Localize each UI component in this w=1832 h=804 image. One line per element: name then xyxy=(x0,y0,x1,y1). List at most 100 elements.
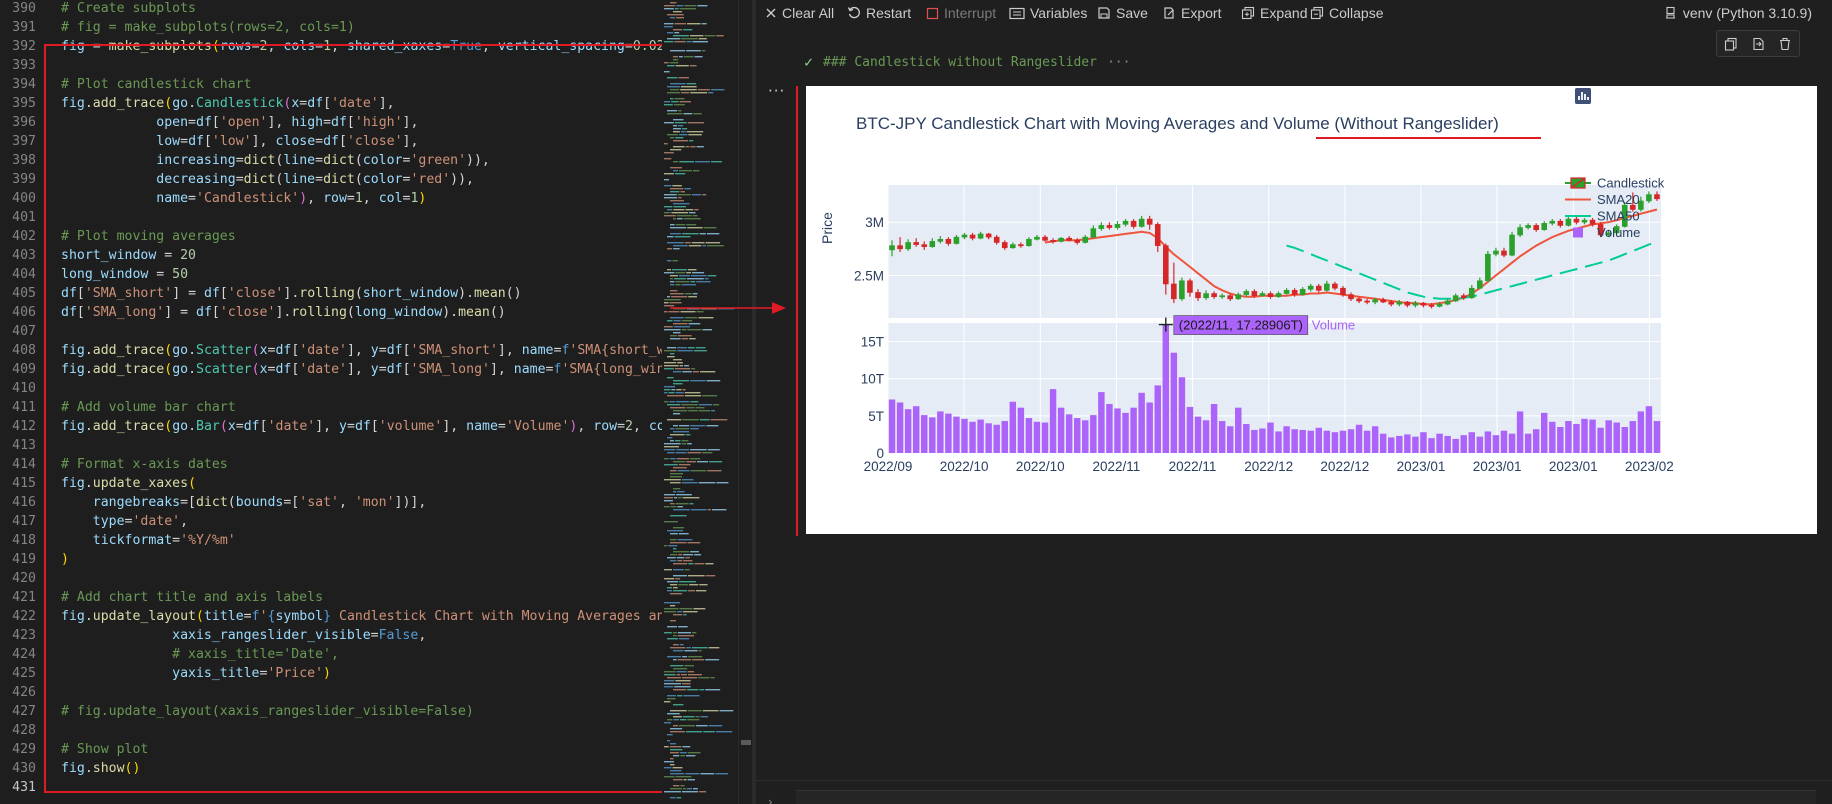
candle-body[interactable] xyxy=(905,242,911,250)
volume-bar[interactable] xyxy=(1653,421,1661,453)
volume-bar[interactable] xyxy=(1379,433,1387,453)
volume-bar[interactable] xyxy=(1226,426,1234,453)
volume-bar[interactable] xyxy=(1645,406,1653,453)
volume-bar[interactable] xyxy=(1396,435,1403,453)
candle-body[interactable] xyxy=(1565,218,1572,226)
volume-bar[interactable] xyxy=(1130,407,1137,453)
candle-body[interactable] xyxy=(913,242,919,245)
candle-body[interactable] xyxy=(1501,250,1507,256)
volume-bar[interactable] xyxy=(1573,424,1580,453)
candle-body[interactable] xyxy=(1090,228,1097,238)
volume-bar[interactable] xyxy=(1283,426,1290,453)
candle-body[interactable] xyxy=(1509,234,1515,256)
candle-body[interactable] xyxy=(1106,225,1113,228)
plotly-figure[interactable]: 2022/09 2022/10 2022/10 2022/11 2022/11 2022/… xyxy=(806,86,1817,534)
volume-bar[interactable] xyxy=(1629,421,1637,453)
candle-body[interactable] xyxy=(1066,237,1072,241)
candle-body[interactable] xyxy=(897,245,903,250)
volume-bar[interactable] xyxy=(1307,430,1314,453)
volume-bar[interactable] xyxy=(1291,429,1298,453)
restart-button[interactable]: Restart xyxy=(847,2,911,24)
candle-body[interactable] xyxy=(1525,225,1531,228)
candle-body[interactable] xyxy=(1315,285,1322,291)
volume-bar[interactable] xyxy=(1025,418,1033,453)
volume-bar[interactable] xyxy=(1428,438,1435,453)
candle-body[interactable] xyxy=(961,234,968,238)
volume-bar[interactable] xyxy=(1339,430,1347,453)
volume-bar[interactable] xyxy=(1259,428,1266,453)
candle-body[interactable] xyxy=(977,233,984,239)
candle-body[interactable] xyxy=(921,244,928,248)
volume-bar[interactable] xyxy=(1275,431,1282,453)
candle-body[interactable] xyxy=(969,234,976,239)
volume-bar[interactable] xyxy=(1074,418,1081,453)
candle-body[interactable] xyxy=(1404,301,1411,306)
volume-bar[interactable] xyxy=(1412,436,1419,453)
candle-body[interactable] xyxy=(1163,245,1169,285)
volume-bar[interactable] xyxy=(937,411,944,453)
volume-bar[interactable] xyxy=(1138,392,1145,453)
candle-body[interactable] xyxy=(1122,220,1129,225)
volume-bar[interactable] xyxy=(1146,402,1153,453)
candle-body[interactable] xyxy=(1130,220,1137,227)
candle-body[interactable] xyxy=(1010,244,1016,249)
candle-body[interactable] xyxy=(1114,224,1121,228)
candle-body[interactable] xyxy=(1324,283,1330,291)
volume-bar[interactable] xyxy=(1363,430,1371,453)
volume-bar[interactable] xyxy=(1516,411,1524,453)
candle-body[interactable] xyxy=(1154,224,1161,246)
candle-body[interactable] xyxy=(1348,294,1354,300)
candle-body[interactable] xyxy=(1243,291,1250,295)
markdown-cell[interactable]: ✓ ### Candlestick without Rangeslider ··… xyxy=(804,50,1130,74)
volume-bar[interactable] xyxy=(888,399,896,453)
volume-bar[interactable] xyxy=(961,418,968,453)
candle-body[interactable] xyxy=(1412,302,1419,306)
candle-body[interactable] xyxy=(1082,236,1089,243)
volume-bar[interactable] xyxy=(1436,433,1443,453)
candle-body[interactable] xyxy=(1283,290,1290,294)
volume-bar[interactable] xyxy=(1524,433,1532,453)
volume-bar[interactable] xyxy=(1235,407,1242,453)
candle-body[interactable] xyxy=(1468,287,1475,299)
interrupt-button[interactable]: Interrupt xyxy=(926,2,996,24)
candle-body[interactable] xyxy=(1291,290,1298,295)
goto-code-icon[interactable] xyxy=(1751,37,1765,51)
volume-bar[interactable] xyxy=(1170,352,1178,453)
candle-body[interactable] xyxy=(1573,218,1580,223)
candle-body[interactable] xyxy=(1517,227,1523,236)
candle-body[interactable] xyxy=(1420,302,1427,306)
candle-body[interactable] xyxy=(1340,287,1346,295)
delete-icon[interactable] xyxy=(1778,37,1792,51)
volume-bar[interactable] xyxy=(1251,429,1258,453)
cell-more-icon[interactable]: ··· xyxy=(768,82,785,100)
volume-bar[interactable] xyxy=(1098,392,1105,453)
candle-body[interactable] xyxy=(1356,298,1362,302)
candle-body[interactable] xyxy=(1396,301,1403,305)
candle-body[interactable] xyxy=(929,241,936,248)
volume-bar[interactable] xyxy=(969,421,976,453)
volume-bar[interactable] xyxy=(1404,434,1411,453)
candle-body[interactable] xyxy=(1179,280,1185,300)
candle-body[interactable] xyxy=(1267,293,1274,298)
editor-scrollbar[interactable] xyxy=(738,0,752,804)
volume-bar[interactable] xyxy=(1323,430,1331,453)
volume-bar[interactable] xyxy=(1541,412,1548,453)
candle-body[interactable] xyxy=(1646,194,1652,202)
volume-bar[interactable] xyxy=(1508,433,1516,453)
candle-body[interactable] xyxy=(1018,244,1024,247)
candle-body[interactable] xyxy=(1259,293,1266,296)
candle-body[interactable] xyxy=(1227,295,1234,300)
code-editor[interactable]: 390 # Create subplots 391 # fig = make_subp… xyxy=(0,0,662,804)
clear-all-button[interactable]: Clear All xyxy=(765,2,834,24)
volume-bar[interactable] xyxy=(929,417,936,453)
volume-bar[interactable] xyxy=(1444,435,1451,453)
candle-body[interactable] xyxy=(1138,218,1145,227)
volume-bar[interactable] xyxy=(1589,419,1596,453)
chart-svg[interactable]: 2022/09 2022/10 2022/10 2022/11 2022/11 2022/… xyxy=(806,86,1817,534)
volume-bar[interactable] xyxy=(1492,435,1500,453)
volume-bar[interactable] xyxy=(1001,421,1008,453)
candle-body[interactable] xyxy=(1307,285,1314,290)
volume-bar[interactable] xyxy=(1549,421,1556,453)
volume-bar[interactable] xyxy=(1033,421,1041,453)
plotly-logo-icon[interactable] xyxy=(1575,88,1809,107)
